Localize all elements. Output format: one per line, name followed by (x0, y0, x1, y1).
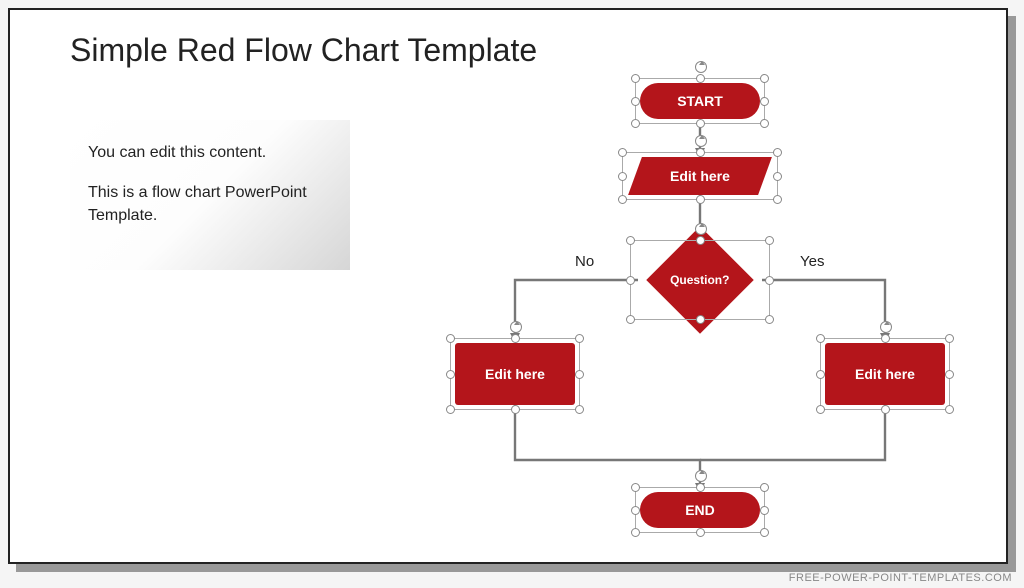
process-no[interactable]: Edit here (455, 343, 575, 405)
branch-yes-label: Yes (800, 253, 824, 270)
process-input-label: Edit here (670, 168, 730, 184)
process-yes-label: Edit here (855, 366, 915, 382)
process-no-label: Edit here (485, 366, 545, 382)
description-line-2: This is a flow chart PowerPoint Template… (88, 182, 332, 227)
branch-no-label: No (575, 253, 594, 270)
end-node[interactable]: END (640, 492, 760, 528)
process-input[interactable]: Edit here (628, 157, 772, 195)
process-yes[interactable]: Edit here (825, 343, 945, 405)
watermark: FREE-POWER-POINT-TEMPLATES.COM (789, 572, 1012, 584)
slide: Simple Red Flow Chart Template You can e… (8, 8, 1008, 564)
decision-node[interactable]: Question? (646, 226, 753, 333)
description-textbox[interactable]: You can edit this content. This is a flo… (70, 120, 350, 270)
end-label: END (685, 502, 715, 518)
start-label: START (677, 93, 723, 109)
decision-label: Question? (670, 273, 729, 287)
description-line-1: You can edit this content. (88, 142, 332, 164)
flowchart-canvas: START Edit here (430, 60, 990, 560)
start-node[interactable]: START (640, 83, 760, 119)
